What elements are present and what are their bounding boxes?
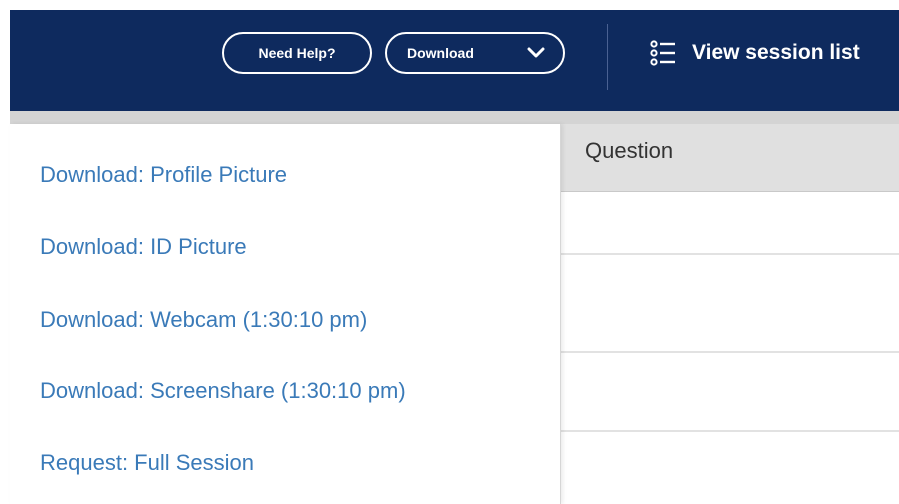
download-label: Download — [407, 45, 474, 61]
page: Need Help? Download View session list Qu… — [0, 0, 899, 504]
menu-item-download-profile-picture[interactable]: Download: Profile Picture — [40, 162, 287, 188]
download-button[interactable]: Download — [385, 32, 565, 74]
menu-item-request-full-session[interactable]: Request: Full Session — [40, 450, 254, 476]
view-session-list-label: View session list — [692, 41, 860, 64]
menu-item-download-screenshare[interactable]: Download: Screenshare (1:30:10 pm) — [40, 378, 406, 404]
nav-divider — [607, 24, 608, 90]
menu-item-download-webcam[interactable]: Download: Webcam (1:30:10 pm) — [40, 307, 367, 333]
chevron-down-icon — [527, 47, 545, 58]
table-header: Question — [560, 124, 899, 192]
table-row-divider — [560, 253, 899, 255]
table-row-divider — [560, 430, 899, 432]
need-help-button[interactable]: Need Help? — [222, 32, 372, 74]
view-session-list-link[interactable]: View session list — [650, 38, 860, 68]
list-icon — [650, 40, 675, 66]
header-separator-band — [10, 111, 899, 124]
need-help-label: Need Help? — [258, 45, 336, 61]
top-navigation-bar: Need Help? Download View session list — [10, 10, 899, 111]
table-row-divider — [560, 351, 899, 353]
outer-margin-left — [0, 0, 10, 504]
menu-item-download-id-picture[interactable]: Download: ID Picture — [40, 234, 247, 260]
questions-table: Question — [560, 124, 899, 504]
outer-margin-top — [0, 0, 899, 10]
download-dropdown-menu: Download: Profile Picture Download: ID P… — [10, 124, 561, 504]
column-header-question: Question — [585, 138, 674, 163]
